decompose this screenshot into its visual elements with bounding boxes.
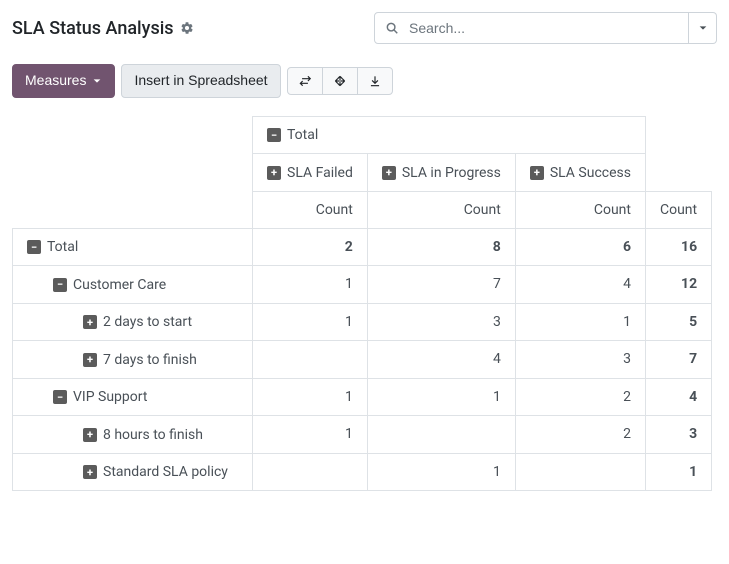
- insert-spreadsheet-button[interactable]: Insert in Spreadsheet: [121, 64, 280, 98]
- row-label: Total: [47, 239, 78, 255]
- measure-header[interactable]: Count: [253, 191, 368, 228]
- pivot-cell[interactable]: 2: [515, 378, 645, 416]
- expand-icon[interactable]: [83, 465, 97, 479]
- gear-icon[interactable]: [180, 21, 194, 35]
- pivot-cell[interactable]: 2: [515, 416, 645, 454]
- pivot-cell[interactable]: [253, 341, 368, 379]
- collapse-icon[interactable]: [53, 390, 67, 404]
- pivot-row-total-cell[interactable]: 4: [645, 378, 711, 416]
- col-group-label: Total: [287, 127, 318, 143]
- col-group-total[interactable]: Total: [253, 116, 646, 154]
- pivot-cell[interactable]: 1: [253, 416, 368, 454]
- row-header[interactable]: Standard SLA policy: [13, 453, 253, 491]
- col-sla-in-progress[interactable]: SLA in Progress: [367, 154, 515, 192]
- expand-icon[interactable]: [83, 315, 97, 329]
- measure-header[interactable]: Count: [515, 191, 645, 228]
- pivot-row: VIP Support1124: [13, 378, 712, 416]
- expand-icon[interactable]: [267, 166, 281, 180]
- pivot-cell[interactable]: 7: [367, 266, 515, 304]
- pivot-cell[interactable]: 1: [367, 378, 515, 416]
- expand-icon: [333, 74, 347, 88]
- row-label: 2 days to start: [103, 314, 192, 330]
- blank-cell: [13, 116, 253, 154]
- pivot-row-total-cell[interactable]: 12: [645, 266, 711, 304]
- pivot-cell[interactable]: 4: [515, 266, 645, 304]
- measure-header[interactable]: Count: [367, 191, 515, 228]
- search-icon: [385, 21, 399, 35]
- pivot-cell[interactable]: [253, 453, 368, 491]
- pivot-row-total: Total 28616: [13, 228, 712, 266]
- swap-axes-button[interactable]: [287, 67, 323, 95]
- measures-button[interactable]: Measures: [12, 64, 115, 98]
- pivot-cell[interactable]: 3: [367, 303, 515, 341]
- row-label: 8 hours to finish: [103, 427, 203, 443]
- insert-spreadsheet-label: Insert in Spreadsheet: [134, 71, 267, 91]
- pivot-cell[interactable]: 6: [515, 228, 645, 266]
- search-options-button[interactable]: [689, 12, 717, 44]
- pivot-cell[interactable]: 1: [515, 303, 645, 341]
- row-label: Customer Care: [73, 277, 166, 293]
- row-header[interactable]: 7 days to finish: [13, 341, 253, 379]
- row-header[interactable]: Customer Care: [13, 266, 253, 304]
- pivot-cell[interactable]: [367, 416, 515, 454]
- expand-icon[interactable]: [382, 166, 396, 180]
- row-label: VIP Support: [73, 389, 147, 405]
- collapse-icon[interactable]: [27, 240, 41, 254]
- row-label: Standard SLA policy: [103, 464, 228, 480]
- pivot-cell[interactable]: 1: [253, 378, 368, 416]
- blank-cell: [13, 154, 253, 192]
- measure-header[interactable]: Count: [645, 191, 711, 228]
- pivot-cell[interactable]: 1: [253, 266, 368, 304]
- download-icon: [368, 74, 382, 88]
- blank-cell: [13, 191, 253, 228]
- row-header[interactable]: Total: [13, 228, 253, 266]
- pivot-row-total-cell[interactable]: 7: [645, 341, 711, 379]
- pivot-row: 8 hours to finish 1 23: [13, 416, 712, 454]
- expand-icon[interactable]: [530, 166, 544, 180]
- pivot-cell[interactable]: 4: [367, 341, 515, 379]
- pivot-row: Standard SLA policy 1 1: [13, 453, 712, 491]
- expand-icon[interactable]: [83, 353, 97, 367]
- pivot-cell[interactable]: 1: [367, 453, 515, 491]
- blank-cell: [645, 154, 711, 192]
- row-header[interactable]: VIP Support: [13, 378, 253, 416]
- pivot-row: 7 days to finish 437: [13, 341, 712, 379]
- search-input-wrapper[interactable]: [374, 12, 689, 44]
- pivot-cell[interactable]: 8: [367, 228, 515, 266]
- row-label: 7 days to finish: [103, 352, 197, 368]
- pivot-row-total-cell[interactable]: 3: [645, 416, 711, 454]
- search-input[interactable]: [407, 19, 678, 37]
- download-button[interactable]: [357, 67, 393, 95]
- measures-button-label: Measures: [25, 71, 86, 91]
- expand-icon[interactable]: [83, 428, 97, 442]
- col-sla-failed[interactable]: SLA Failed: [253, 154, 368, 192]
- collapse-icon[interactable]: [53, 278, 67, 292]
- pivot-row-total-cell[interactable]: 16: [645, 228, 711, 266]
- pivot-table: Total SLA Failed SLA in Progress SLA Suc…: [12, 116, 712, 492]
- pivot-cell[interactable]: [515, 453, 645, 491]
- chevron-down-icon: [92, 76, 102, 86]
- swap-icon: [298, 74, 312, 88]
- pivot-row-total-cell[interactable]: 1: [645, 453, 711, 491]
- page-title: SLA Status Analysis: [12, 18, 174, 39]
- pivot-row: 2 days to start1315: [13, 303, 712, 341]
- pivot-cell[interactable]: 2: [253, 228, 368, 266]
- blank-cell: [645, 116, 711, 154]
- pivot-row: Customer Care 17412: [13, 266, 712, 304]
- pivot-row-total-cell[interactable]: 5: [645, 303, 711, 341]
- row-header[interactable]: 8 hours to finish: [13, 416, 253, 454]
- pivot-cell[interactable]: 1: [253, 303, 368, 341]
- row-header[interactable]: 2 days to start: [13, 303, 253, 341]
- col-sla-success[interactable]: SLA Success: [515, 154, 645, 192]
- collapse-icon[interactable]: [267, 128, 281, 142]
- pivot-cell[interactable]: 3: [515, 341, 645, 379]
- expand-all-button[interactable]: [322, 67, 358, 95]
